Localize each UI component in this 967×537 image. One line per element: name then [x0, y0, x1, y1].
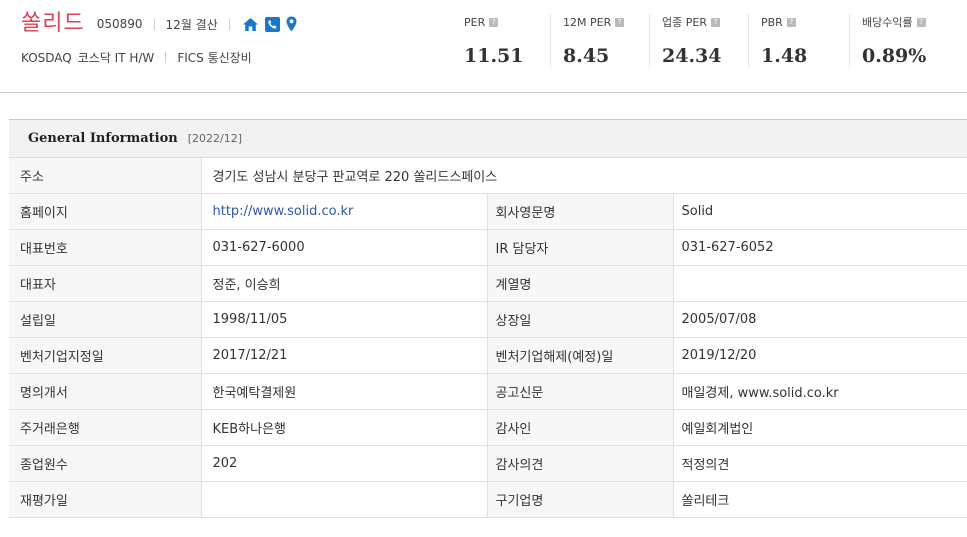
market-name: KOSDAQ [21, 50, 72, 65]
row-value: 031-627-6000 [200, 229, 487, 266]
metric-value: 8.45 [563, 45, 610, 67]
row-value: 한국예탁결제원 [200, 373, 487, 410]
table-row: 홈페이지 http://www.solid.co.kr 회사영문명 Solid [9, 193, 967, 230]
help-icon[interactable]: ? [710, 17, 720, 27]
row-label: 주거래은행 [9, 409, 201, 446]
metric-12m-per: 12M PER? 8.45 [550, 14, 649, 67]
settlement-month: 12월 결산 [165, 17, 218, 32]
row-label: 감사의견 [486, 445, 673, 482]
metric-value: 11.51 [464, 45, 524, 67]
section-title: General Information [28, 131, 178, 146]
fics-sector: FICS 통신장비 [177, 51, 252, 65]
help-icon[interactable]: ? [916, 17, 926, 27]
metric-per: PER? 11.51 [452, 14, 550, 68]
row-label: 계열명 [486, 265, 673, 302]
metric-pbr: PBR? 1.48 [748, 14, 849, 67]
row-value: Solid [672, 193, 967, 230]
location-pin-icon[interactable] [286, 16, 297, 32]
divider [228, 18, 230, 30]
row-value: 202 [200, 445, 487, 482]
valuation-metrics: PER? 11.51 12M PER? 8.45 업종 PER? 24.34 P… [452, 14, 962, 67]
section-header: General Information [2022/12] [9, 119, 967, 158]
row-label: 감사인 [486, 409, 673, 446]
metric-label: PBR [761, 15, 783, 29]
table-row: 재평가일 구기업명 쏠리테크 [9, 481, 967, 518]
sector-name: 코스닥 IT H/W [77, 51, 155, 65]
row-value: 2005/07/08 [672, 301, 967, 338]
metric-label: 업종 PER [662, 16, 707, 29]
metric-label: PER [464, 15, 486, 29]
row-value: 매일경제, www.solid.co.kr [672, 373, 967, 410]
row-value: 2017/12/21 [200, 337, 487, 374]
help-icon[interactable]: ? [615, 17, 625, 27]
row-value [672, 265, 967, 302]
row-value: 031-627-6052 [672, 229, 967, 266]
row-label: 대표번호 [9, 229, 201, 266]
general-information-section: General Information [2022/12] 주소 경기도 성남시… [9, 119, 967, 518]
table-row: 대표자 정준, 이승희 계열명 [9, 265, 967, 302]
row-label: 회사영문명 [486, 193, 673, 230]
stock-code: 050890 [96, 17, 143, 31]
row-label: 주소 [9, 158, 201, 194]
row-value [200, 481, 487, 518]
table-row: 명의개서 한국예탁결제원 공고신문 매일경제, www.solid.co.kr [9, 373, 967, 410]
divider [153, 18, 155, 30]
row-value: 2019/12/20 [672, 337, 967, 374]
table-row: 벤처기업지정일 2017/12/21 벤처기업해제(예정)일 2019/12/2… [9, 337, 967, 374]
row-label: 상장일 [486, 301, 673, 338]
row-value: 적정의견 [672, 445, 967, 482]
table-row: 대표번호 031-627-6000 IR 담당자 031-627-6052 [9, 229, 967, 266]
table-row: 설립일 1998/11/05 상장일 2005/07/08 [9, 301, 967, 338]
row-value: KEB하나은행 [200, 409, 487, 446]
company-name: 쏠리드 [21, 11, 85, 36]
row-label: IR 담당자 [486, 229, 673, 266]
row-label: 홈페이지 [9, 193, 201, 230]
metric-value: 24.34 [662, 45, 722, 67]
row-label: 대표자 [9, 265, 201, 302]
table-row: 주거래은행 KEB하나은행 감사인 예일회계법인 [9, 409, 967, 446]
row-value: http://www.solid.co.kr [200, 193, 487, 230]
table-row: 주소 경기도 성남시 분당구 판교역로 220 쏠리드스페이스 [9, 158, 967, 194]
section-date: [2022/12] [187, 132, 243, 145]
metric-value: 1.48 [761, 45, 808, 67]
row-label: 벤처기업해제(예정)일 [486, 337, 673, 374]
row-label: 종업원수 [9, 445, 201, 482]
company-links [242, 16, 297, 32]
metric-value: 0.89% [862, 45, 927, 67]
homepage-link[interactable]: http://www.solid.co.kr [213, 204, 354, 219]
market-info: KOSDAQ 코스닥 IT H/W FICS 통신장비 [21, 49, 252, 66]
metric-label: 12M PER [563, 15, 612, 29]
metric-label: 배당수익률 [862, 16, 913, 29]
row-value: 정준, 이승희 [200, 265, 487, 302]
general-info-table: 주소 경기도 성남시 분당구 판교역로 220 쏠리드스페이스 홈페이지 htt… [9, 158, 967, 518]
row-label: 명의개서 [9, 373, 201, 410]
row-label: 공고신문 [486, 373, 673, 410]
metric-dividend-yield: 배당수익률? 0.89% [849, 14, 962, 67]
row-label: 벤처기업지정일 [9, 337, 201, 374]
table-row: 종업원수 202 감사의견 적정의견 [9, 445, 967, 482]
divider [165, 52, 167, 63]
row-label: 재평가일 [9, 481, 201, 518]
address-value: 경기도 성남시 분당구 판교역로 220 쏠리드스페이스 [200, 158, 967, 194]
row-value: 1998/11/05 [200, 301, 487, 338]
metric-industry-per: 업종 PER? 24.34 [649, 14, 748, 67]
help-icon[interactable]: ? [489, 17, 499, 27]
company-title-row: 쏠리드 050890 12월 결산 [21, 10, 297, 38]
company-header: 쏠리드 050890 12월 결산 KOSDAQ 코스닥 IT H/W FICS… [0, 0, 967, 93]
row-value: 예일회계법인 [672, 409, 967, 446]
row-label: 설립일 [9, 301, 201, 338]
help-icon[interactable]: ? [786, 17, 796, 27]
row-value: 쏠리테크 [672, 481, 967, 518]
phone-icon[interactable] [264, 16, 280, 32]
row-label: 구기업명 [486, 481, 673, 518]
home-icon[interactable] [242, 17, 259, 32]
